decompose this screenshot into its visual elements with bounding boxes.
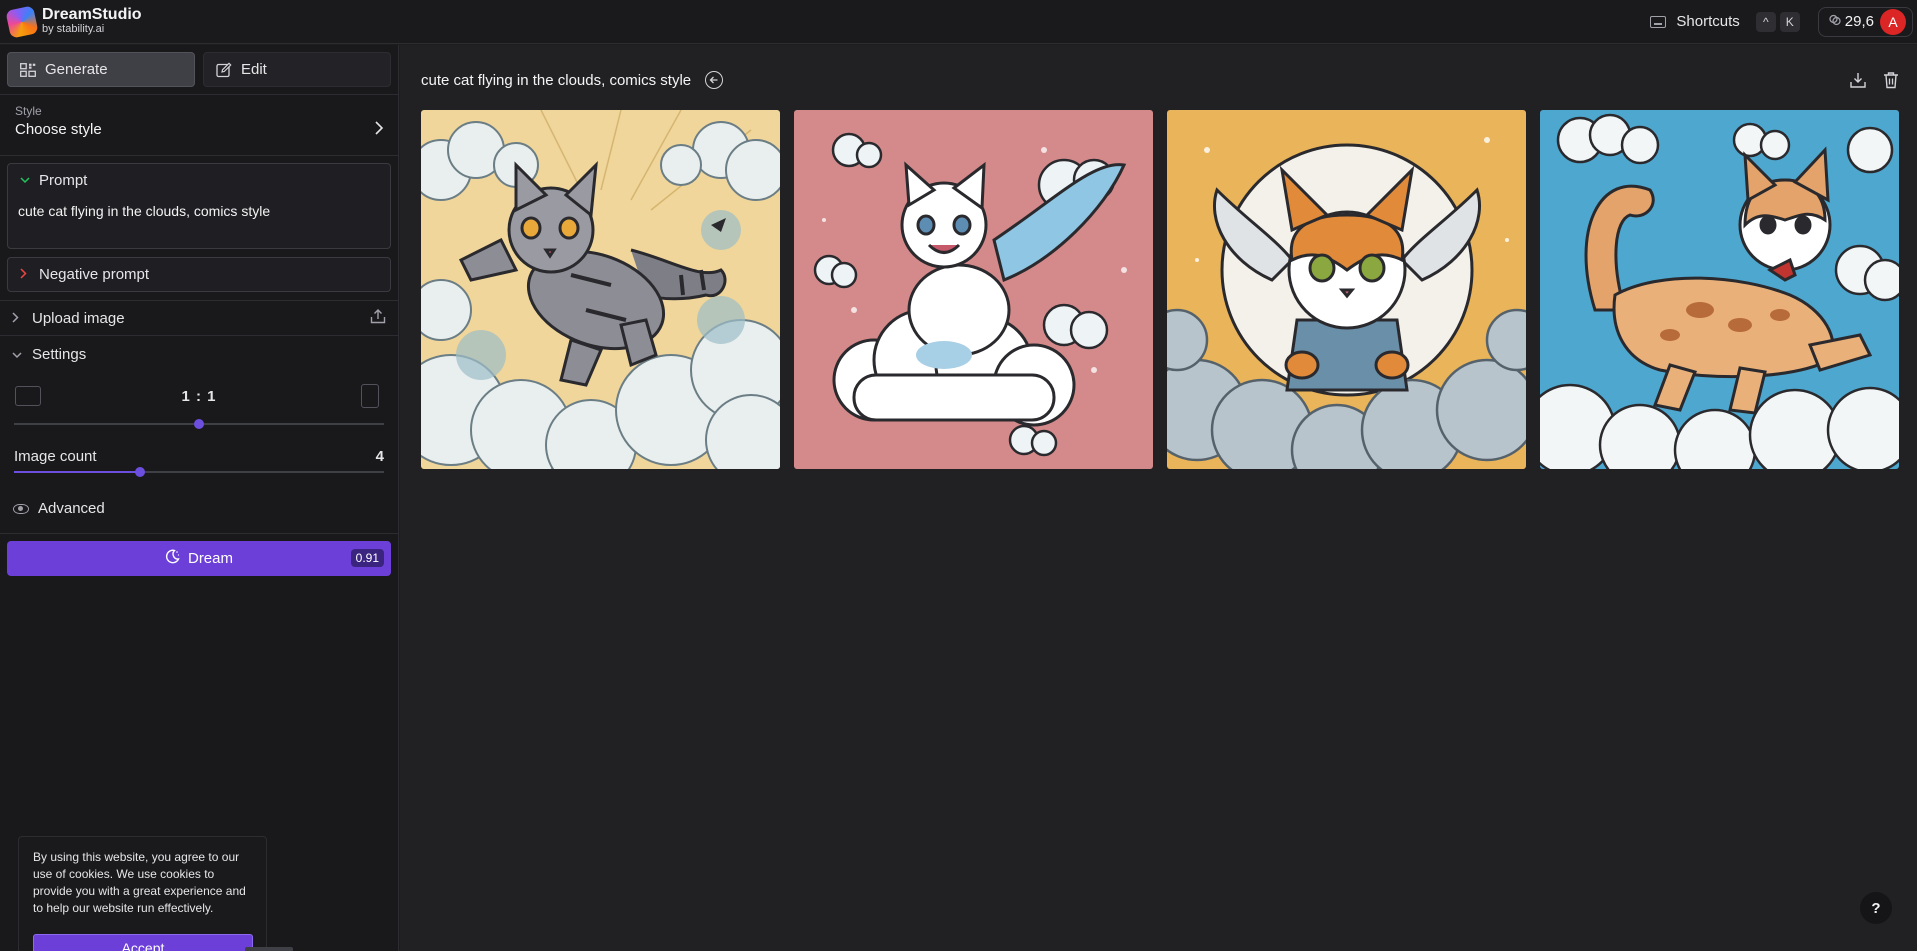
image-count-value: 4	[375, 448, 384, 465]
shortcuts-label: Shortcuts	[1676, 13, 1740, 30]
aspect-ratio-slider-thumb[interactable]	[194, 419, 204, 429]
style-selector[interactable]: Style Choose style	[0, 95, 398, 156]
chevron-down-icon	[12, 347, 22, 362]
portrait-icon[interactable]	[361, 384, 379, 408]
logo[interactable]: DreamStudio by stability.ai	[5, 4, 142, 39]
upload-icon[interactable]	[370, 308, 386, 328]
prompt-input[interactable]: cute cat flying in the clouds, comics st…	[18, 203, 380, 219]
settings-label: Settings	[32, 345, 87, 363]
prompt-label: Prompt	[39, 172, 88, 189]
upload-image-label: Upload image	[32, 309, 125, 327]
logo-icon	[5, 4, 39, 39]
dream-cost-badge: 0.91	[350, 549, 384, 567]
negative-prompt-label: Negative prompt	[39, 266, 150, 283]
edit-tab-label: Edit	[241, 61, 267, 78]
grid-icon	[20, 62, 36, 78]
shortcuts-button[interactable]: Shortcuts ^ K	[1650, 11, 1800, 32]
help-button[interactable]: ?	[1860, 892, 1892, 924]
avatar[interactable]: A	[1880, 8, 1906, 35]
eye-icon	[13, 503, 29, 514]
upload-image-row[interactable]: Upload image	[0, 300, 398, 336]
image-count-slider-thumb[interactable]	[134, 467, 145, 477]
generation-title: cute cat flying in the clouds, comics st…	[421, 71, 692, 89]
chevron-right-icon	[374, 119, 384, 140]
mode-switcher: Generate Edit	[0, 45, 398, 95]
style-value: Choose style	[15, 121, 102, 138]
chevron-right-icon	[20, 267, 27, 282]
generate-tab-label: Generate	[45, 61, 108, 78]
image-count-control: Image count 4	[0, 442, 398, 492]
cookie-text: By using this website, you agree to our …	[33, 850, 246, 915]
sidebar: Generate Edit Style Choose style Prompt …	[0, 45, 399, 951]
shortcut-key-ctrl: ^	[1755, 11, 1776, 32]
style-label: Style	[15, 104, 42, 118]
shortcut-key-k: K	[1779, 11, 1800, 32]
gray-tabby-cat-image[interactable]	[421, 110, 780, 469]
bottom-handle	[245, 947, 293, 951]
reuse-prompt-icon[interactable]	[705, 71, 724, 89]
advanced-label: Advanced	[38, 500, 105, 517]
generation-header: cute cat flying in the clouds, comics st…	[421, 71, 724, 89]
prompt-panel: Prompt cute cat flying in the clouds, co…	[7, 163, 391, 249]
dream-button[interactable]: Dream 0.91	[7, 541, 391, 576]
dream-button-label: Dream	[187, 550, 233, 567]
chevron-down-icon	[20, 175, 30, 187]
orange-cat-blue-sky-image[interactable]	[1540, 110, 1899, 469]
app-title: DreamStudio	[42, 6, 142, 24]
accept-cookies-button[interactable]: Accept	[33, 934, 253, 951]
orange-cat-jacket-image[interactable]	[1167, 110, 1526, 469]
image-grid	[421, 110, 1899, 469]
aspect-ratio-control: 1 : 1	[0, 372, 398, 442]
keyboard-icon	[1650, 15, 1667, 28]
download-icon[interactable]	[1849, 71, 1867, 93]
generation-actions	[1849, 71, 1899, 93]
credits-balance: 29,6	[1844, 13, 1874, 30]
settings-toggle[interactable]: Settings	[0, 336, 398, 372]
top-bar: DreamStudio by stability.ai Shortcuts ^ …	[0, 0, 1917, 44]
aspect-ratio-value: 1 : 1	[181, 388, 217, 405]
moon-icon	[165, 549, 180, 568]
edit-tab[interactable]: Edit	[203, 52, 391, 87]
edit-icon	[216, 61, 232, 78]
image-count-label: Image count	[14, 448, 97, 465]
app-subtitle: by stability.ai	[42, 23, 105, 36]
credits-icon	[1829, 14, 1841, 29]
prompt-toggle[interactable]: Prompt	[18, 172, 380, 189]
image-count-slider-fill	[14, 471, 140, 473]
trash-icon[interactable]	[1883, 71, 1899, 93]
cookie-banner: By using this website, you agree to our …	[18, 836, 267, 951]
aspect-ratio-slider[interactable]	[14, 419, 384, 429]
image-count-slider[interactable]	[14, 467, 384, 477]
main-content: cute cat flying in the clouds, comics st…	[400, 45, 1917, 951]
chevron-right-icon	[12, 311, 20, 326]
credits-button[interactable]: 29,6 A	[1817, 6, 1913, 37]
winged-white-cat-image[interactable]	[794, 110, 1153, 469]
generate-tab[interactable]: Generate	[7, 52, 195, 87]
negative-prompt-toggle[interactable]: Negative prompt	[7, 257, 391, 292]
